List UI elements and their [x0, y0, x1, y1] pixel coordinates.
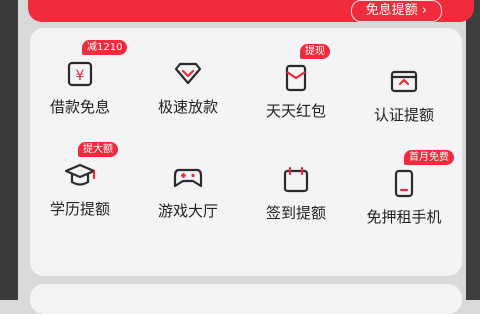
device-bezel-left — [0, 0, 18, 300]
diamond-icon — [174, 62, 202, 85]
wallet-icon — [390, 70, 418, 93]
grid-item-label: 极速放款 — [157, 98, 218, 116]
big-limit-badge: 提大额 — [78, 142, 118, 157]
yen-card-icon: ¥ — [67, 61, 93, 87]
grid-item-game-hall[interactable]: 游戏大厅 — [138, 142, 238, 232]
grid-item-label: 学历提额 — [49, 200, 110, 218]
grid-item-label: 天天红包 — [265, 102, 326, 120]
discount-badge: 减1210 — [82, 40, 128, 55]
red-packet-icon — [285, 64, 307, 92]
grid-item-daily-red-packet[interactable]: 提现 天天红包 — [246, 42, 346, 132]
withdraw-badge: 提现 — [300, 44, 330, 59]
free-interest-raise-button[interactable]: 免息提额 › — [350, 0, 442, 22]
grid-item-education-raise[interactable]: 提大额 学历提额 — [30, 140, 130, 230]
graduation-cap-icon — [64, 163, 96, 186]
grid-item-label: 认证提额 — [373, 106, 434, 124]
grid-item-checkin-raise[interactable]: 签到提额 — [246, 144, 346, 234]
grid-item-deposit-free-phone-rental[interactable]: 首月免费 免押租手机 — [354, 148, 454, 238]
promo-banner: 免息提额 › — [28, 0, 474, 22]
gamepad-icon — [173, 168, 203, 188]
calendar-icon — [283, 166, 309, 193]
device-bezel-right — [466, 0, 480, 300]
grid-item-verify-raise[interactable]: 认证提额 — [354, 46, 454, 136]
next-card — [30, 284, 462, 314]
grid-item-label: 免押租手机 — [366, 208, 442, 226]
grid-item-fast-disbursement[interactable]: 极速放款 — [138, 38, 238, 128]
services-grid: ¥ 减1210 借款免息 极速放款 提现 天天红包 认证提额 提大额 学历提额 … — [30, 28, 462, 276]
grid-item-label: 签到提额 — [265, 204, 326, 222]
grid-item-label: 借款免息 — [49, 98, 110, 116]
phone-icon — [394, 169, 414, 198]
grid-item-interest-free-loan[interactable]: ¥ 减1210 借款免息 — [30, 38, 130, 128]
grid-item-label: 游戏大厅 — [157, 202, 218, 220]
svg-text:¥: ¥ — [76, 68, 85, 84]
first-month-free-badge: 首月免费 — [404, 150, 454, 165]
